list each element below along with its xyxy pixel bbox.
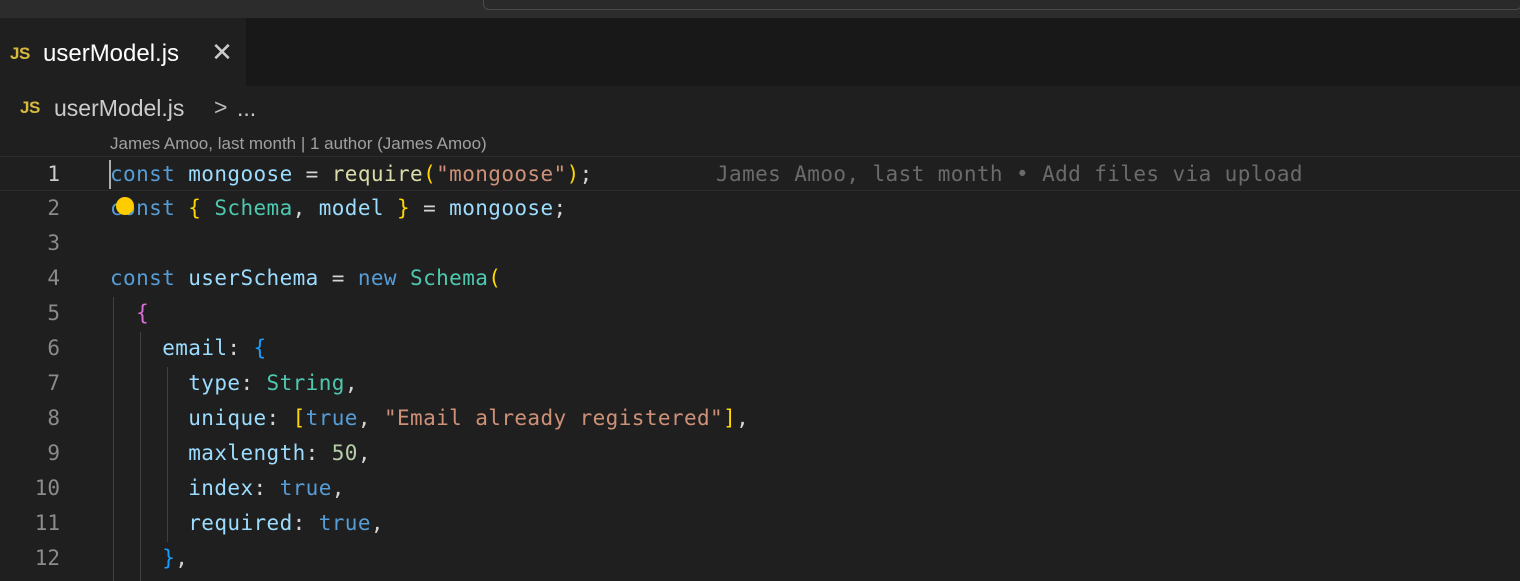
code-text: required: true, — [188, 511, 384, 535]
js-file-icon: JS — [20, 98, 40, 117]
lightbulb-icon[interactable] — [116, 197, 134, 215]
code-text: const { Schema, model } = mongoose; — [110, 196, 567, 220]
git-codelens[interactable]: James Amoo, last month | 1 author (James… — [110, 132, 487, 156]
line-number: 4 — [47, 266, 60, 290]
code-line[interactable]: 10 index: true, — [0, 471, 1520, 506]
js-file-icon: JS — [10, 44, 30, 63]
code-line[interactable]: 3 — [0, 226, 1520, 261]
code-text: maxlength: 50, — [188, 441, 371, 465]
code-text: const mongoose = require("mongoose"); — [110, 162, 593, 186]
line-number: 9 — [47, 441, 60, 465]
tab-bar: JS userModel.js ✕ — [0, 18, 1520, 86]
code-editor[interactable]: James Amoo, last month | 1 author (James… — [0, 132, 1520, 581]
code-line[interactable]: 12 }, — [0, 541, 1520, 576]
code-text: { — [136, 301, 150, 325]
code-line[interactable]: 9 maxlength: 50, — [0, 436, 1520, 471]
code-line[interactable]: 2 const { Schema, model } = mongoose; — [0, 191, 1520, 226]
code-line[interactable]: 1 const mongoose = require("mongoose"); Ja… — [0, 156, 1520, 191]
code-text: type: String, — [188, 371, 358, 395]
code-line[interactable]: 6 email: { — [0, 331, 1520, 366]
inline-blame: James Amoo, last month • Add files via u… — [716, 162, 1303, 186]
tab-usermodel[interactable]: JS userModel.js ✕ — [0, 18, 246, 86]
code-line[interactable]: 4 const userSchema = new Schema( — [0, 261, 1520, 296]
code-text: index: true, — [188, 476, 345, 500]
command-center[interactable] — [483, 0, 1520, 10]
text-cursor — [109, 160, 111, 189]
code-text: email: { — [162, 336, 267, 360]
code-line[interactable]: 11 required: true, — [0, 506, 1520, 541]
code-text: const userSchema = new Schema( — [110, 266, 502, 290]
line-number: 10 — [34, 476, 60, 500]
chevron-right-icon: > — [214, 94, 228, 120]
line-number: 1 — [47, 162, 60, 186]
close-icon[interactable]: ✕ — [210, 39, 234, 65]
line-number: 11 — [34, 511, 60, 535]
code-line[interactable]: 8 unique: [true, "Email already register… — [0, 401, 1520, 436]
breadcrumb-file[interactable]: userModel.js — [54, 95, 184, 122]
tab-label: userModel.js — [43, 40, 180, 67]
breadcrumb-symbols[interactable]: ... — [237, 95, 256, 122]
line-number: 2 — [47, 196, 60, 220]
code-text: }, — [162, 546, 189, 570]
code-text: unique: [true, "Email already registered… — [188, 406, 750, 430]
code-line[interactable]: 7 type: String, — [0, 366, 1520, 401]
breadcrumb: JS userModel.js > ... — [0, 86, 1520, 132]
line-number: 6 — [47, 336, 60, 360]
line-number: 8 — [47, 406, 60, 430]
line-number: 7 — [47, 371, 60, 395]
line-number: 3 — [47, 231, 60, 255]
line-number: 12 — [34, 546, 60, 570]
code-line[interactable]: 5 { — [0, 296, 1520, 331]
title-bar — [0, 0, 1520, 18]
line-number: 5 — [47, 301, 60, 325]
